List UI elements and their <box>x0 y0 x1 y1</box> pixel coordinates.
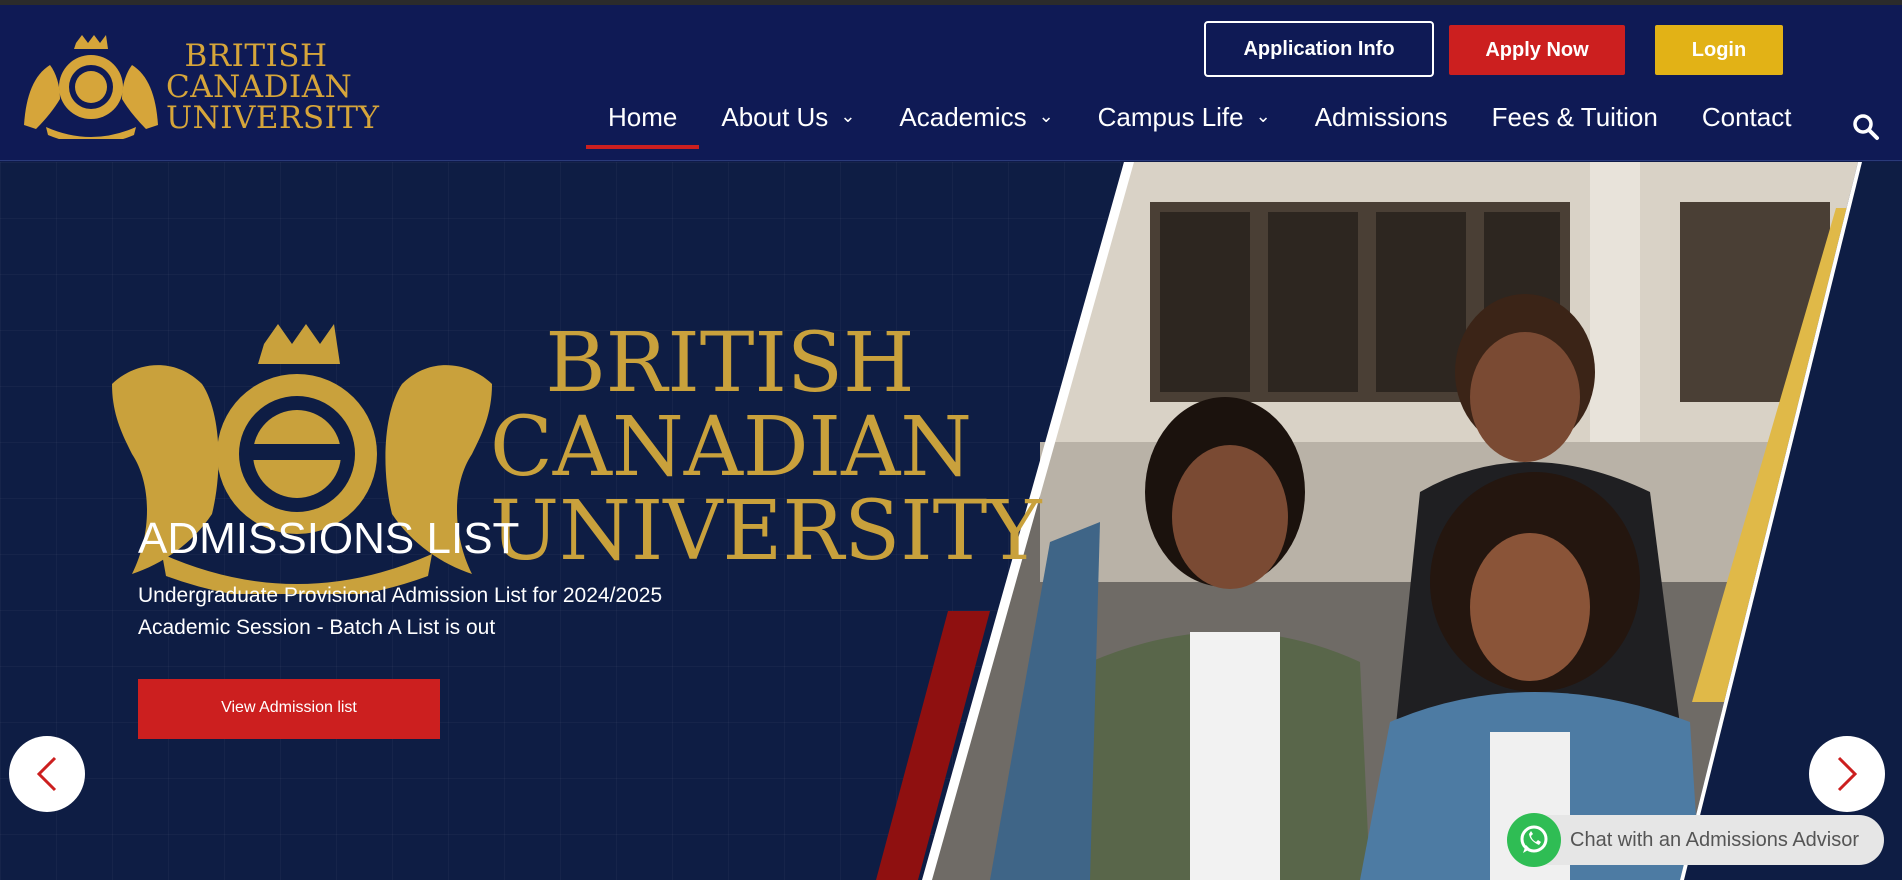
chevron-left-icon <box>36 756 57 792</box>
nav-item-home[interactable]: Home <box>586 97 700 149</box>
chevron-down-icon: ⌄ <box>1038 105 1054 126</box>
search-icon[interactable] <box>1852 113 1880 141</box>
logo-line-2: CANADIAN <box>166 69 353 105</box>
nav-item-admissions[interactable]: Admissions <box>1293 97 1470 137</box>
nav-label: Contact <box>1701 101 1792 132</box>
chevron-right-icon <box>1837 756 1858 792</box>
nav-label: Academics <box>899 101 1027 132</box>
nav-item-campus-life[interactable]: Campus Life ⌄ <box>1076 97 1293 137</box>
slide-title: ADMISSIONS LIST <box>138 514 520 563</box>
logo-line-3: UNIVERSITY <box>166 100 380 136</box>
hero-wordmark-line-3: UNIVERSITY <box>490 484 1042 579</box>
site-logo[interactable]: BRITISH CANADIAN UNIVERSITY <box>16 35 379 144</box>
hero-wordmark-line-2: CANADIAN <box>490 400 973 495</box>
view-admission-list-button[interactable]: View Admission list <box>138 679 440 739</box>
site-header: BRITISH CANADIAN UNIVERSITY Application … <box>0 5 1902 161</box>
whatsapp-icon <box>1507 813 1561 867</box>
nav-item-contact[interactable]: Contact <box>1680 97 1814 137</box>
nav-label: Fees & Tuition <box>1491 101 1658 132</box>
chat-widget[interactable]: Chat with an Admissions Advisor <box>1507 813 1884 867</box>
nav-item-academics[interactable]: Academics ⌄ <box>877 97 1075 137</box>
slider-next-button[interactable] <box>1809 736 1885 812</box>
chevron-down-icon: ⌄ <box>1255 105 1271 126</box>
nav-label: Admissions <box>1314 101 1448 132</box>
login-button[interactable]: Login <box>1655 25 1783 75</box>
nav-item-fees-tuition[interactable]: Fees & Tuition <box>1470 97 1680 137</box>
nav-label: Campus Life <box>1097 101 1244 132</box>
slide-description-line-2: Academic Session - Batch A List is out <box>138 616 496 639</box>
chevron-down-icon: ⌄ <box>840 105 856 126</box>
hero-wordmark: BRITISH CANADIAN UNIVERSITY <box>490 316 1042 579</box>
chat-label: Chat with an Admissions Advisor <box>1570 828 1860 851</box>
main-nav: Home About Us ⌄ Academics ⌄ Campus Life … <box>586 97 1814 149</box>
crest-icon <box>24 35 158 144</box>
application-info-button[interactable]: Application Info <box>1204 21 1434 77</box>
nav-label: About Us <box>721 101 829 132</box>
nav-item-about-us[interactable]: About Us ⌄ <box>699 97 877 137</box>
nav-label: Home <box>608 101 678 132</box>
slide-description: Undergraduate Provisional Admission List… <box>138 580 698 644</box>
hero-wordmark-line-1: BRITISH <box>545 316 915 411</box>
apply-now-button[interactable]: Apply Now <box>1449 25 1625 75</box>
logo-wordmark: BRITISH CANADIAN UNIVERSITY <box>166 38 380 136</box>
slider-prev-button[interactable] <box>9 736 85 812</box>
slide-description-line-1: Undergraduate Provisional Admission List… <box>138 584 663 607</box>
logo-line-1: BRITISH <box>184 38 328 74</box>
